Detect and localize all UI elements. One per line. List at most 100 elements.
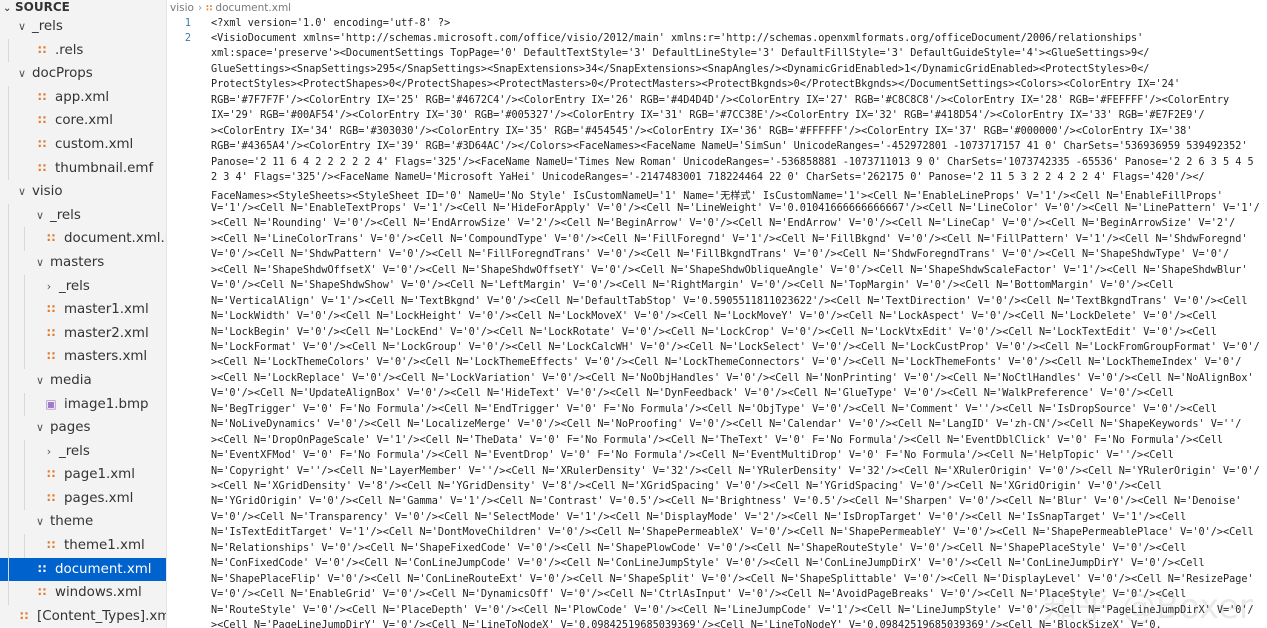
rss-file-icon: ∷ <box>46 467 56 482</box>
indent-guide <box>8 250 9 275</box>
indent-guide <box>8 203 9 228</box>
breadcrumb-file[interactable]: document.xml <box>215 2 291 14</box>
indent-guide <box>8 439 9 464</box>
tree-folder[interactable]: ∨ _rels <box>0 203 166 228</box>
rss-file-icon: ∷ <box>46 349 56 364</box>
rss-file-icon: ∷ <box>46 231 56 246</box>
tree-folder[interactable]: › _rels <box>0 274 166 299</box>
tree-file[interactable]: ▣ image1.bmp <box>0 392 166 417</box>
rss-icon: ∷ <box>206 4 213 14</box>
code-line: <?xml version='1.0' encoding='utf-8' ?> <box>211 17 451 29</box>
tree-file[interactable]: ∷ core.xml <box>0 109 166 133</box>
rss-file-icon: ∷ <box>37 113 47 128</box>
indent-guide <box>8 534 9 558</box>
tree-item-label: _rels <box>50 207 81 223</box>
code-editor[interactable]: visio › ∷ document.xml 1 2 <?xml version='1.0… <box>167 0 1267 628</box>
code-line: N='YGridOrigin' V='0'/><Cell N='Gamma' V… <box>211 496 1242 508</box>
code-line: V='0'/><Cell N='UpdateAlignBox' V='0'/><… <box>211 388 1174 400</box>
code-line: V='0'/><Cell N='Transparency' V='0'/><Ce… <box>211 511 1187 523</box>
tree-folder[interactable]: ∨ visio <box>0 180 166 204</box>
tree-file[interactable]: ∷ .rels <box>0 38 166 63</box>
indent-guide <box>8 156 9 181</box>
tree-file[interactable]: ∷ master2.xml <box>0 321 166 346</box>
chevron-down-icon: ∨ <box>35 515 45 529</box>
tree-item-label: thumbnail.emf <box>55 160 154 176</box>
indent-guide <box>24 463 25 487</box>
tree-file[interactable]: ∷ document.xml.rels <box>0 227 166 251</box>
tree-file[interactable]: ∷ custom.xml <box>0 132 166 157</box>
code-line: ><Cell N='Rounding' V='0'/><Cell N='EndA… <box>211 218 1236 230</box>
tree-item-label: visio <box>32 184 63 200</box>
chevron-down-icon: ∨ <box>35 421 45 435</box>
indent-guide <box>8 486 9 511</box>
tree-folder[interactable]: ∨ docProps <box>0 62 166 86</box>
line-number: 2 <box>184 32 191 44</box>
code-line: FaceNames><StyleSheets><StyleSheet ID='0… <box>211 191 1223 203</box>
tree-file[interactable]: ∷ masters.xml <box>0 345 166 369</box>
chevron-down-icon: ∨ <box>35 255 45 269</box>
tree-item-label: windows.xml <box>55 585 142 601</box>
code-line: RGB='#7F7F7F'/><ColorEntry IX='25' RGB='… <box>211 94 1230 106</box>
code-line: N='VerticalAlign' V='1'/><Cell N='TextBk… <box>211 295 1248 307</box>
code-line: N='ShapePlaceFlip' V='0'/><Cell N='ConLi… <box>211 573 1254 585</box>
rss-file-icon: ∷ <box>37 89 47 104</box>
tree-item-label: masters.xml <box>64 349 148 365</box>
indent-guide <box>8 85 9 110</box>
tree-folder[interactable]: ∨ masters <box>0 250 166 275</box>
indent-guide <box>24 392 25 417</box>
tree-file[interactable]: ∷ windows.xml <box>0 581 166 605</box>
code-line: N='NoLiveDynamics' V='0'/><Cell N='Local… <box>211 419 1242 431</box>
indent-guide <box>24 534 25 558</box>
tree-item-label: .rels <box>55 42 84 58</box>
tree-file[interactable]: ∷ master1.xml <box>0 298 166 322</box>
tree-item-label: pages <box>50 420 91 436</box>
code-line: xml:space='preserve'><DocumentSettings T… <box>211 48 1150 60</box>
indent-guide <box>24 274 25 299</box>
code-line: ><Cell N='DropOnPageScale' V='1'/><Cell … <box>211 434 1224 446</box>
explorer-section-header[interactable]: ⌄ SOURCE <box>0 0 166 15</box>
code-line: V='1'/><Cell N='EnableTextProps' V='1'/>… <box>211 202 1260 214</box>
breadcrumb-folder[interactable]: visio <box>170 2 194 14</box>
chevron-down-icon: ∨ <box>17 185 27 199</box>
chevron-down-icon: ∨ <box>35 208 45 222</box>
tree-folder[interactable]: › _rels <box>0 439 166 464</box>
chevron-down-icon: ∨ <box>17 67 27 81</box>
code-line: ><Cell N='LineColorTrans' V='0'/><Cell N… <box>211 233 1248 245</box>
tree-folder[interactable]: ∨ media <box>0 368 166 393</box>
tree-file[interactable]: ∷ thumbnail.emf <box>0 156 166 181</box>
tree-file[interactable]: ∷ page1.xml <box>0 463 166 487</box>
tree-item-label: master2.xml <box>64 325 149 341</box>
code-line: N='Copyright' V=''/><Cell N='LayerMember… <box>211 465 1260 477</box>
code-line: V='0'/><Cell N='ShdwPattern' V='0'/><Cel… <box>211 249 1230 261</box>
tree-folder[interactable]: ∨ _rels <box>0 15 166 39</box>
rss-file-icon: ∷ <box>37 42 47 57</box>
code-line: N='ConFixedCode' V='0'/><Cell N='ConLine… <box>211 558 1205 570</box>
indent-guide <box>24 298 25 322</box>
indent-guide <box>8 345 9 369</box>
code-line: ><ColorEntry IX='34' RGB='#303030'/><Col… <box>211 125 1193 137</box>
tree-folder[interactable]: ∨ theme <box>0 510 166 535</box>
image-file-icon: ▣ <box>45 396 57 411</box>
tree-file[interactable]: ∷ [Content_Types].xml <box>0 605 166 628</box>
tree-file[interactable]: ∷ app.xml <box>0 85 166 110</box>
indent-guide <box>8 227 9 251</box>
code-line: N='LockBegin' V='0'/><Cell N='LockEnd' V… <box>211 326 1217 338</box>
rss-file-icon: ∷ <box>37 136 47 151</box>
code-line: ><Cell N='LockReplace' V='0'/><Cell N='L… <box>211 372 1254 384</box>
tree-item-label: _rels <box>59 278 90 294</box>
indent-guide <box>8 298 9 322</box>
tree-item-label: [Content_Types].xml <box>37 608 167 624</box>
indent-guide <box>8 38 9 63</box>
tree-folder[interactable]: ∨ pages <box>0 416 166 440</box>
rss-file-icon: ∷ <box>46 302 56 317</box>
tree-item-label: page1.xml <box>64 467 135 483</box>
file-tree: ∨ _rels ∷ .rels ∨ docProps ∷ app.xml ∷ core.xml ∷ c… <box>0 15 166 628</box>
tree-file[interactable]: ∷ pages.xml <box>0 486 166 511</box>
tree-item-label: app.xml <box>55 89 110 105</box>
code-line: V='0'/><Cell N='ShapeShdwShow' V='0'/><C… <box>211 280 1174 292</box>
rss-file-icon: ∷ <box>46 325 56 340</box>
indent-guide <box>8 392 9 417</box>
tree-file[interactable]: ∷ document.xml <box>0 557 166 582</box>
code-line: ><Cell N='XGridDensity' V='8'/><Cell N='… <box>211 481 1162 492</box>
tree-file[interactable]: ∷ theme1.xml <box>0 534 166 558</box>
